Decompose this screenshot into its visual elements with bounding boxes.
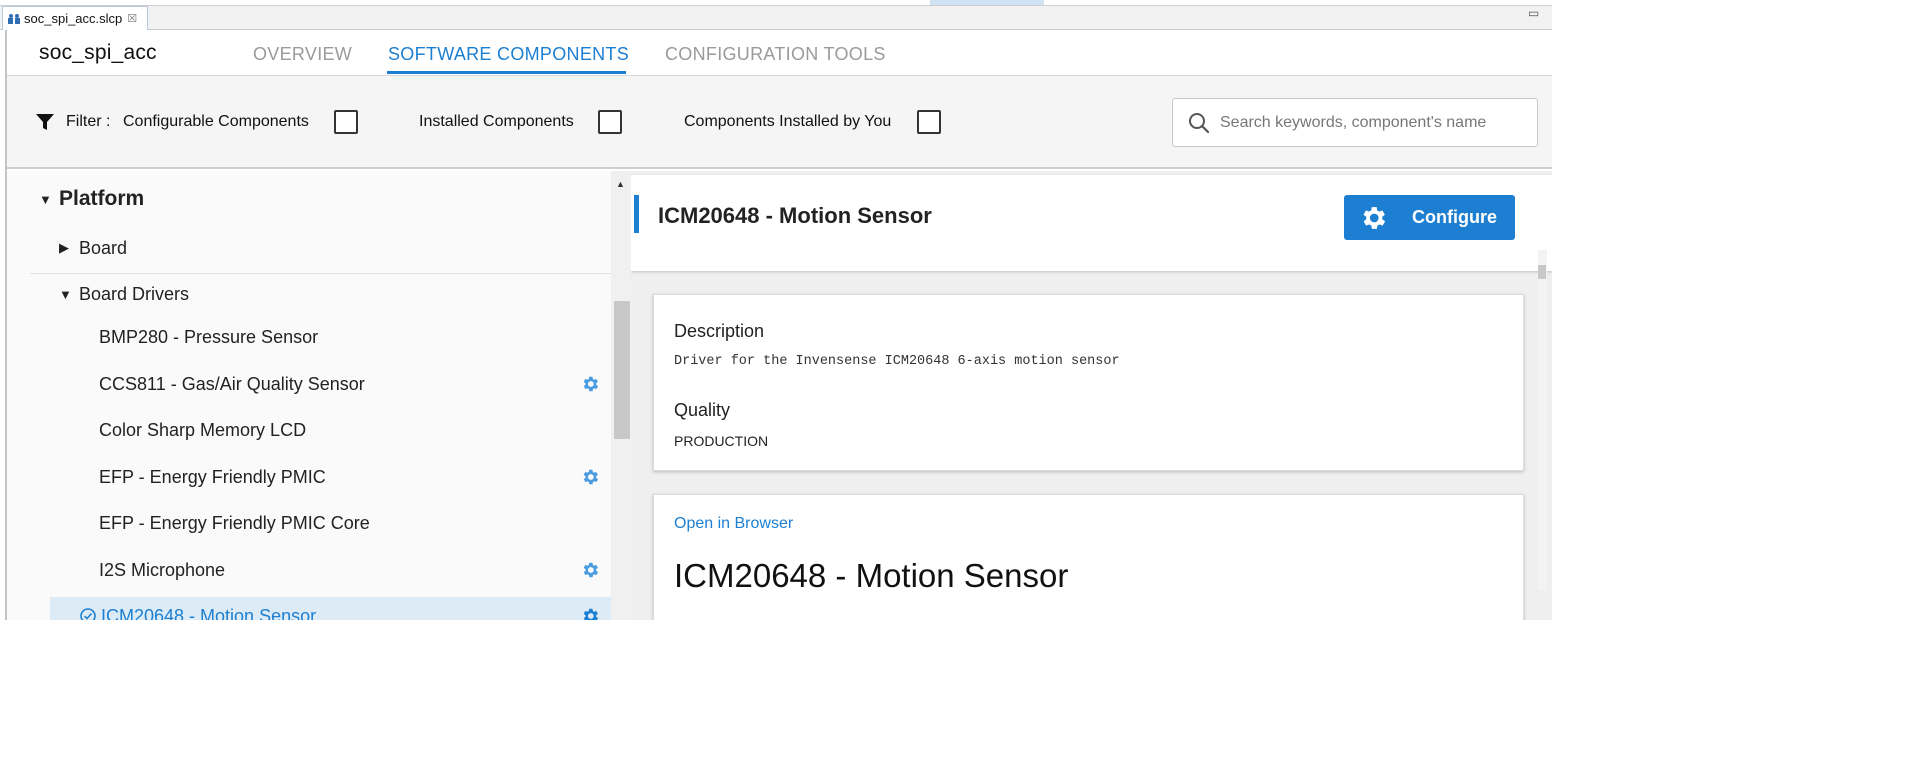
title-accent-bar — [634, 195, 639, 233]
tree-item-label: I2S Microphone — [99, 559, 226, 580]
tree-item-efp[interactable]: EFP - Energy Friendly PMIC — [7, 464, 611, 490]
search-box[interactable] — [1172, 98, 1538, 147]
filter-installed-by-you-label: Components Installed by You — [684, 113, 892, 130]
component-tree: ▼ Platform ▶ Board ▼ Board Drivers BMP28… — [7, 171, 611, 620]
configurable-components-checkbox[interactable] — [334, 110, 358, 134]
gear-icon[interactable] — [580, 560, 600, 580]
tree-item-color-sharp-lcd[interactable]: Color Sharp Memory LCD — [7, 417, 611, 443]
installed-components-checkbox[interactable] — [598, 110, 622, 134]
stage: soc_spi_acc.slcp ☒ ▭ soc_spi_acc OVERVIE… — [0, 0, 1552, 620]
tree-item-label: EFP - Energy Friendly PMIC — [99, 466, 326, 487]
search-icon — [1189, 112, 1210, 133]
chevron-down-icon[interactable]: ▼ — [59, 287, 79, 302]
documentation-card: Open in Browser ICM20648 - Motion Sensor — [653, 494, 1524, 620]
installed-by-you-checkbox[interactable] — [917, 110, 941, 134]
tree-item-bmp280[interactable]: BMP280 - Pressure Sensor — [7, 324, 611, 350]
gear-icon[interactable] — [580, 374, 600, 394]
tree-item-label: Board — [79, 237, 128, 258]
tab-software-components[interactable]: SOFTWARE COMPONENTS — [388, 44, 629, 65]
description-text: Driver for the Invensense ICM20648 6-axi… — [674, 354, 1120, 369]
tab-configuration-tools[interactable]: CONFIGURATION TOOLS — [665, 44, 886, 65]
tree-item-label: ICM20648 - Motion Sensor — [101, 605, 317, 621]
quality-value: PRODUCTION — [674, 433, 769, 449]
minimize-icon[interactable]: ▭ — [1528, 6, 1539, 20]
tree-item-efp-core[interactable]: EFP - Energy Friendly PMIC Core — [7, 510, 611, 536]
active-tab-indicator — [387, 71, 626, 74]
tree-item-label: CCS811 - Gas/Air Quality Sensor — [99, 373, 365, 394]
tree-item-label: Board Drivers — [79, 283, 190, 304]
configure-button[interactable]: Configure — [1344, 195, 1515, 240]
open-in-browser-link[interactable]: Open in Browser — [674, 515, 793, 533]
tree-category-label: Platform — [59, 187, 145, 210]
tree-item-label: EFP - Energy Friendly PMIC Core — [99, 512, 370, 533]
editor-tab-label: soc_spi_acc.slcp — [24, 11, 123, 26]
configure-label: Configure — [1412, 207, 1497, 227]
toolbar-highlight — [930, 0, 1044, 5]
tree-item-label: BMP280 - Pressure Sensor — [99, 326, 319, 347]
search-input[interactable] — [1220, 113, 1520, 132]
tree-item-board[interactable]: ▶ Board — [7, 235, 611, 261]
divider — [30, 273, 611, 274]
toolbar-remnant — [0, 0, 1552, 6]
tab-overview[interactable]: OVERVIEW — [253, 44, 352, 65]
component-detail: ICM20648 - Motion Sensor Configure Descr… — [631, 171, 1552, 620]
filter-icon — [36, 114, 54, 130]
scrollbar-thumb[interactable] — [1538, 265, 1546, 279]
project-name: soc_spi_acc — [39, 41, 157, 64]
editor-frame: soc_spi_acc OVERVIEW SOFTWARE COMPONENTS… — [5, 30, 1552, 620]
tree-item-board-drivers[interactable]: ▼ Board Drivers — [7, 281, 611, 307]
description-label: Description — [674, 321, 765, 341]
scroll-up-icon[interactable]: ▲ — [616, 179, 625, 189]
close-icon[interactable]: ☒ — [127, 12, 137, 25]
editor-tab[interactable]: soc_spi_acc.slcp ☒ — [2, 6, 148, 30]
filter-configurable-label: Configurable Components — [123, 113, 309, 130]
project-file-icon — [8, 13, 20, 24]
header-nav: soc_spi_acc OVERVIEW SOFTWARE COMPONENTS… — [7, 30, 1552, 76]
chevron-down-icon[interactable]: ▼ — [39, 192, 59, 207]
tree-item-i2s-microphone[interactable]: I2S Microphone — [7, 557, 611, 583]
tree-scrollbar[interactable]: ▲ — [611, 171, 631, 620]
scrollbar-thumb[interactable] — [614, 301, 630, 439]
detail-title: ICM20648 - Motion Sensor — [658, 203, 932, 228]
info-card: Description Driver for the Invensense IC… — [653, 294, 1524, 471]
tree-item-label: Color Sharp Memory LCD — [99, 419, 307, 440]
filter-bar: Filter : Configurable Components Install… — [7, 76, 1552, 169]
detail-scrollbar[interactable] — [1538, 250, 1547, 590]
tree-item-ccs811[interactable]: CCS811 - Gas/Air Quality Sensor — [7, 371, 611, 397]
gear-icon[interactable] — [580, 467, 600, 487]
filter-label: Filter : — [66, 113, 111, 130]
quality-label: Quality — [674, 400, 731, 420]
editor-tab-strip: soc_spi_acc.slcp ☒ ▭ — [0, 0, 1552, 30]
check-circle-icon — [80, 608, 96, 620]
tree-category-platform[interactable]: ▼ Platform — [7, 185, 611, 213]
detail-header: ICM20648 - Motion Sensor Configure — [631, 175, 1552, 271]
tree-item-icm20648-row[interactable]: ICM20648 - Motion Sensor — [7, 603, 611, 620]
chevron-right-icon[interactable]: ▶ — [59, 240, 79, 256]
doc-title: ICM20648 - Motion Sensor — [674, 557, 1069, 594]
gear-icon — [1363, 206, 1386, 229]
filter-installed-label: Installed Components — [419, 113, 574, 130]
gear-icon[interactable] — [580, 606, 600, 620]
